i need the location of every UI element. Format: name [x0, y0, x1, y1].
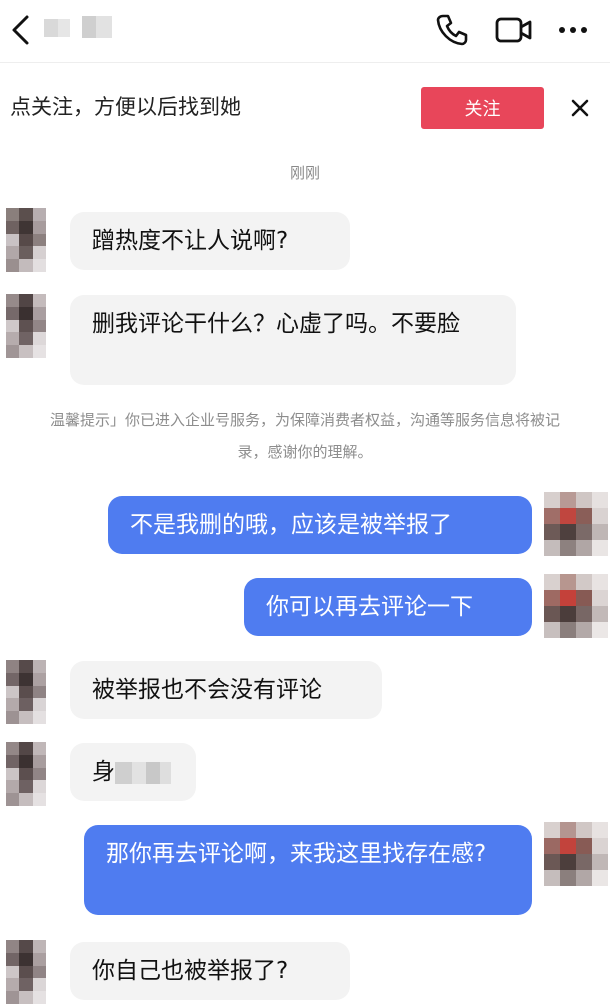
video-call-icon[interactable] [494, 14, 534, 46]
avatar[interactable] [6, 208, 46, 272]
message-bubble-incoming[interactable]: 被举报也不会没有评论 [70, 661, 382, 719]
system-notice: 温馨提示」你已进入企业号服务，为保障消费者权益，沟通等服务信息将被记录，感谢你的… [49, 411, 560, 461]
follow-prompt-text: 点关注，方便以后找到她 [10, 95, 241, 119]
close-icon[interactable] [566, 94, 594, 122]
avatar[interactable] [6, 940, 46, 1004]
avatar[interactable] [544, 492, 608, 556]
message-bubble-outgoing[interactable]: 不是我删的哦，应该是被举报了 [108, 496, 532, 554]
message-timestamp: 刚刚 [289, 164, 320, 182]
header-divider [0, 62, 610, 63]
top-bar [0, 0, 610, 62]
message-bubble-incoming[interactable]: 删我评论干什么？心虚了吗。不要脸 [70, 295, 516, 385]
phone-icon[interactable] [434, 12, 470, 48]
back-icon[interactable] [6, 12, 36, 48]
more-icon[interactable] [556, 16, 590, 44]
message-bubble-outgoing[interactable]: 你可以再去评论一下 [244, 578, 532, 636]
follow-button[interactable]: 关注 [421, 87, 544, 129]
blurred-text [115, 761, 171, 784]
message-bubble-incoming[interactable]: 你自己也被举报了? [70, 942, 350, 1000]
avatar[interactable] [544, 822, 608, 886]
message-bubble-outgoing[interactable]: 那你再去评论啊，来我这里找存在感? [84, 825, 532, 915]
avatar[interactable] [544, 574, 608, 638]
message-text: 身 [92, 759, 115, 785]
avatar[interactable] [6, 742, 46, 806]
avatar[interactable] [6, 294, 46, 358]
message-bubble-incoming[interactable]: 身 [70, 743, 196, 801]
avatar[interactable] [6, 660, 46, 724]
contact-name-blurred[interactable] [44, 16, 120, 40]
message-bubble-incoming[interactable]: 蹭热度不让人说啊? [70, 212, 350, 270]
